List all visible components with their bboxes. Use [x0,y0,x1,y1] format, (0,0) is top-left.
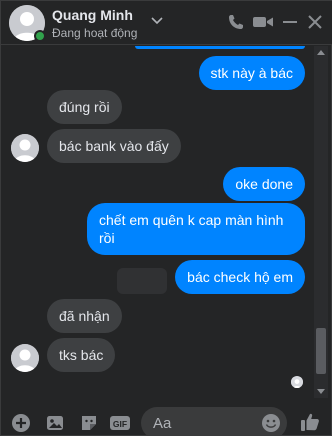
thumbs-up-icon[interactable] [299,411,321,433]
message-input[interactable] [153,414,253,432]
minimize-icon[interactable] [281,13,299,31]
message-list[interactable]: stk này à bác đúng rồi bác bank vào đấy … [1,46,313,398]
chevron-down-icon[interactable] [151,13,163,25]
message-incoming[interactable]: tks bác [47,338,116,372]
chat-window: Quang Minh Đang hoạt động stk này à bác … [0,0,332,436]
sender-avatar[interactable] [11,134,39,162]
person-silhouette-icon [291,377,303,388]
plus-circle-icon[interactable] [11,413,31,433]
message-composer: GIF [1,401,332,436]
person-silhouette-icon [11,344,39,372]
scroll-down-arrow[interactable] [317,389,325,394]
image-icon[interactable] [45,413,65,433]
close-icon[interactable] [306,13,324,31]
sender-avatar[interactable] [11,344,39,372]
person-silhouette-icon [11,134,39,162]
message-outgoing[interactable]: oke done [223,167,305,201]
seen-receipt-avatar [291,376,303,388]
gif-icon[interactable]: GIF [109,413,131,433]
sticker-icon[interactable] [79,413,99,433]
message-incoming[interactable]: đúng rồi [47,90,122,124]
contact-status: Đang hoạt động [52,26,138,40]
scroll-up-arrow[interactable] [317,50,325,55]
message-outgoing[interactable]: chết em quên k cap màn hình rồi [87,203,305,255]
phone-icon[interactable] [227,13,245,31]
message-outgoing[interactable]: bác check hộ em [175,260,305,294]
message-incoming[interactable]: bác bank vào đấy [47,129,181,163]
contact-name[interactable]: Quang Minh [52,7,133,23]
chat-header: Quang Minh Đang hoạt động [1,1,332,45]
previous-message-edge [135,46,305,49]
emoji-icon[interactable] [261,413,281,433]
scroll-thumb[interactable] [316,328,326,374]
online-status-dot [34,30,46,42]
message-scrollbar[interactable] [314,46,328,398]
faded-overlay [117,268,167,294]
message-input-box[interactable] [141,407,287,436]
svg-text:GIF: GIF [113,419,127,429]
message-incoming[interactable]: đã nhận [47,299,122,333]
message-outgoing[interactable]: stk này à bác [198,56,305,90]
video-camera-icon[interactable] [252,13,274,31]
contact-avatar[interactable] [9,5,46,42]
